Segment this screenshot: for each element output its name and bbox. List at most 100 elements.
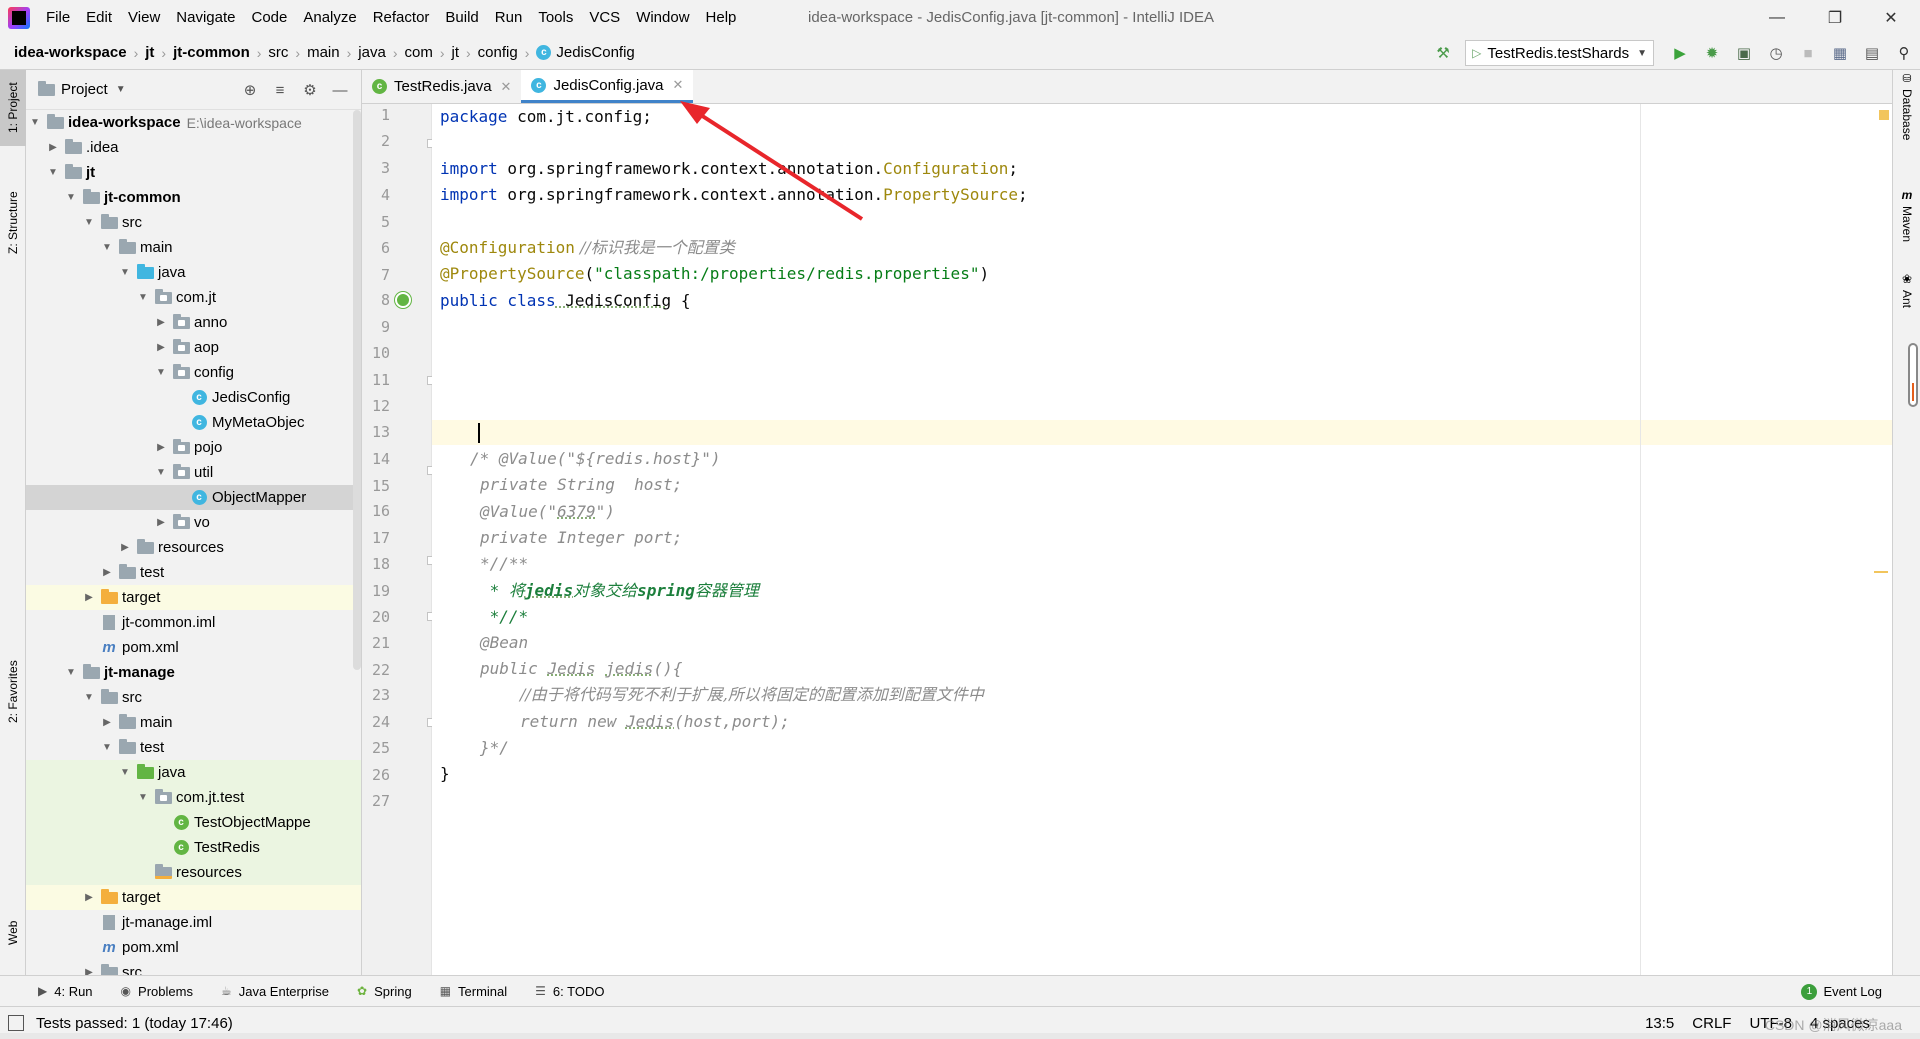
java-enterprise-tool-tab[interactable]: ☕ Java Enterprise — [221, 984, 329, 999]
chevron-down-icon[interactable]: ▼ — [136, 792, 150, 803]
tree-item-main[interactable]: ▼ main — [26, 235, 361, 260]
menu-code[interactable]: Code — [243, 0, 295, 36]
tree-item-java[interactable]: ▼ java — [26, 260, 361, 285]
close-icon[interactable]: ✕ — [501, 79, 512, 95]
menu-run[interactable]: Run — [487, 0, 531, 36]
tree-item-com-jt[interactable]: ▼ com.jt — [26, 285, 361, 310]
tree-item-jt-common-iml[interactable]: jt-common.iml — [26, 610, 361, 635]
tree-item-src[interactable]: ▼ src — [26, 210, 361, 235]
chevron-right-icon[interactable]: ▶ — [46, 142, 60, 153]
structure-tool-button[interactable]: Z: Structure — [0, 180, 26, 266]
run-icon[interactable]: ▶ — [1664, 36, 1696, 70]
warning-marker[interactable] — [1874, 571, 1888, 573]
database-tool-button[interactable]: ⛁ Database — [1893, 70, 1920, 162]
breadcrumb-jt[interactable]: jt — [141, 44, 158, 61]
tree-item-anno[interactable]: ▶ anno — [26, 310, 361, 335]
project-panel-title[interactable]: Project — [61, 81, 108, 98]
breadcrumb-idea-workspace[interactable]: idea-workspace — [10, 44, 131, 61]
chevron-down-icon[interactable]: ▼ — [28, 117, 42, 128]
locate-icon[interactable]: ⊕ — [235, 81, 265, 99]
tree-item-test[interactable]: ▶ test — [26, 560, 361, 585]
tree-item-jt[interactable]: ▼ jt — [26, 160, 361, 185]
chevron-down-icon[interactable]: ▼ — [154, 467, 168, 478]
chevron-down-icon[interactable]: ▼ — [136, 292, 150, 303]
menu-file[interactable]: File — [38, 0, 78, 36]
breadcrumb-jedisconfig[interactable]: c JedisConfig — [532, 44, 638, 61]
menu-refactor[interactable]: Refactor — [365, 0, 438, 36]
run-configuration-select[interactable]: ▷ TestRedis.testShards ▼ — [1465, 40, 1654, 66]
menu-help[interactable]: Help — [698, 0, 745, 36]
chevron-right-icon[interactable]: ▶ — [82, 592, 96, 603]
problems-tool-tab[interactable]: ◉ Problems — [121, 984, 193, 999]
chevron-down-icon[interactable]: ▼ — [100, 742, 114, 753]
tree-item-test-java[interactable]: ▼ java — [26, 760, 361, 785]
menu-edit[interactable]: Edit — [78, 0, 120, 36]
run-tool-tab[interactable]: ▶ 4: Run — [38, 984, 93, 999]
tree-item-main[interactable]: ▶ main — [26, 710, 361, 735]
tree-item-config[interactable]: ▼ config — [26, 360, 361, 385]
menu-view[interactable]: View — [120, 0, 168, 36]
toggle-tool-windows-icon[interactable] — [8, 1015, 24, 1031]
tree-item-target[interactable]: ▶ target — [26, 885, 361, 910]
hammer-icon[interactable]: ⚒ — [1427, 36, 1459, 70]
chevron-down-icon[interactable]: ▼ — [64, 192, 78, 203]
tree-item-pom-xml[interactable]: m pom.xml — [26, 635, 361, 660]
menu-analyze[interactable]: Analyze — [295, 0, 364, 36]
coverage-icon[interactable]: ▣ — [1728, 36, 1760, 70]
menu-build[interactable]: Build — [437, 0, 486, 36]
chevron-down-icon[interactable]: ▼ — [118, 267, 132, 278]
tree-item-vo[interactable]: ▶ vo — [26, 510, 361, 535]
tree-scrollbar[interactable] — [353, 110, 361, 670]
tree-item-resources[interactable]: ▶ resources — [26, 535, 361, 560]
spring-bean-icon[interactable] — [395, 292, 411, 308]
chevron-down-icon[interactable]: ▼ — [46, 167, 60, 178]
minimize-button[interactable]: — — [1748, 0, 1806, 36]
spring-tool-tab[interactable]: ✿ Spring — [357, 984, 412, 999]
tree-item-src[interactable]: ▶ src — [26, 960, 361, 975]
collapse-all-icon[interactable]: ≡ — [265, 82, 295, 99]
tree-item-pom-xml[interactable]: m pom.xml — [26, 935, 361, 960]
line-separator[interactable]: CRLF — [1692, 1015, 1731, 1032]
breadcrumb-main[interactable]: main — [303, 44, 344, 61]
event-log-tab[interactable]: 1 Event Log — [1801, 976, 1882, 1007]
debug-icon[interactable]: ✹ — [1696, 36, 1728, 70]
tree-item-pojo[interactable]: ▶ pojo — [26, 435, 361, 460]
chevron-right-icon[interactable]: ▶ — [82, 892, 96, 903]
chevron-right-icon[interactable]: ▶ — [154, 442, 168, 453]
ant-tool-button[interactable]: ❀ Ant — [1893, 270, 1920, 326]
chevron-down-icon[interactable]: ▼ — [82, 692, 96, 703]
tree-item-util[interactable]: ▼ util — [26, 460, 361, 485]
editor-scrollbar[interactable] — [1908, 343, 1918, 407]
favorites-tool-button[interactable]: 2: Favorites — [0, 650, 26, 734]
breadcrumb-jt-package[interactable]: jt — [448, 44, 464, 61]
chevron-right-icon[interactable]: ▶ — [82, 967, 96, 975]
todo-tool-tab[interactable]: ☰ 6: TODO — [535, 984, 604, 999]
tree-item-idea[interactable]: ▶ .idea — [26, 135, 361, 160]
tree-item-testredis[interactable]: c TestRedis — [26, 835, 361, 860]
stop-icon[interactable]: ■ — [1792, 36, 1824, 70]
tree-item-src[interactable]: ▼ src — [26, 685, 361, 710]
inspection-status-icon[interactable] — [1879, 110, 1889, 120]
tree-item-aop[interactable]: ▶ aop — [26, 335, 361, 360]
restore-button[interactable]: ❐ — [1806, 0, 1864, 36]
chevron-down-icon[interactable]: ▼ — [64, 667, 78, 678]
project-tool-button[interactable]: 1: Project — [0, 70, 26, 146]
tree-item-jt-common[interactable]: ▼ jt-common — [26, 185, 361, 210]
hide-panel-icon[interactable]: — — [325, 82, 355, 99]
tree-item-test[interactable]: ▼ test — [26, 735, 361, 760]
search-icon[interactable]: ⚲ — [1888, 36, 1920, 70]
menu-window[interactable]: Window — [628, 0, 697, 36]
tree-item-test-resources[interactable]: resources — [26, 860, 361, 885]
breadcrumb-config[interactable]: config — [474, 44, 522, 61]
tree-item-com-jt-test[interactable]: ▼ com.jt.test — [26, 785, 361, 810]
menu-navigate[interactable]: Navigate — [168, 0, 243, 36]
web-tool-button[interactable]: Web — [0, 908, 26, 958]
breadcrumb-src[interactable]: src — [264, 44, 292, 61]
maven-tool-button[interactable]: m Maven — [1893, 186, 1920, 256]
chevron-right-icon[interactable]: ▶ — [118, 542, 132, 553]
editor-gutter[interactable]: 1 2 3 4 5 6 7 8 9 10 11 12 13 14 15 16 17 18 19 20 21 22 23 24 2… — [362, 104, 436, 975]
code-editor[interactable]: package com.jt.config; import org.spring… — [432, 104, 1892, 975]
tree-item-jedisconfig[interactable]: c JedisConfig — [26, 385, 361, 410]
tree-item-idea-workspace[interactable]: ▼ idea-workspace E:\idea-workspace — [26, 110, 361, 135]
tab-jedisconfig[interactable]: c JedisConfig.java ✕ — [521, 70, 694, 103]
